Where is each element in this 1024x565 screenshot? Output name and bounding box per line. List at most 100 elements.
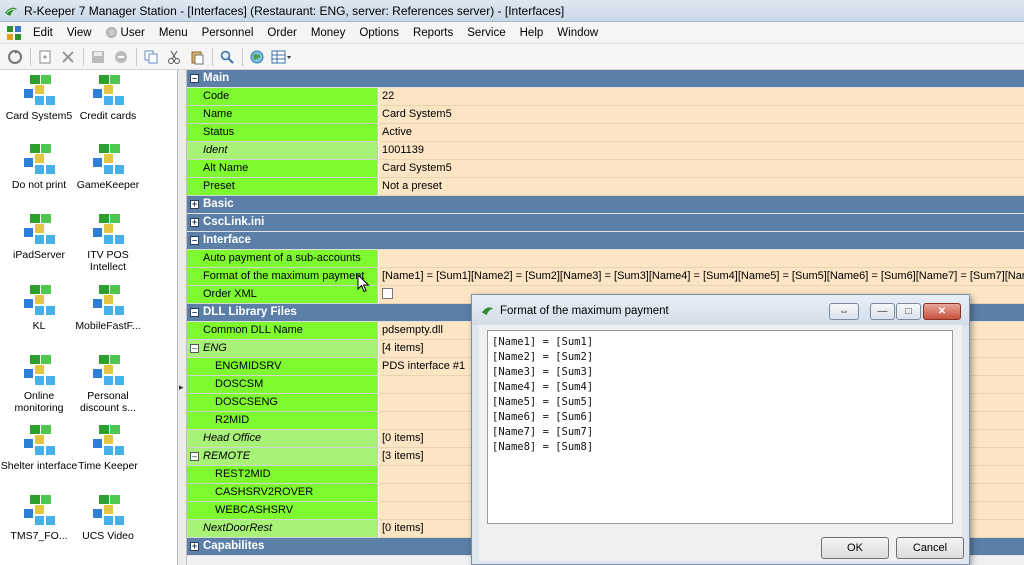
format-text-area[interactable]: [Name1] = [Sum1] [Name2] = [Sum2] [Name3… xyxy=(487,330,953,524)
menu-user[interactable]: User xyxy=(99,27,152,39)
list-item-personal-discount[interactable]: Personal discount s... xyxy=(69,354,147,414)
collapse-icon[interactable]: – xyxy=(190,236,199,245)
menu-money[interactable]: Money xyxy=(304,27,353,39)
property-name: REST2MID xyxy=(187,466,378,484)
view-grid-icon[interactable] xyxy=(269,46,295,68)
paste-icon[interactable] xyxy=(186,46,208,68)
toolbar-separator xyxy=(136,47,137,66)
property-name: Preset xyxy=(187,178,378,196)
menu-bar: Edit View User Menu Personnel Order Mone… xyxy=(0,22,1024,44)
property-value[interactable]: Active xyxy=(379,124,1024,142)
property-name: DOSCSENG xyxy=(187,394,378,412)
menu-personnel[interactable]: Personnel xyxy=(195,27,261,39)
list-item-tms7-fo[interactable]: TMS7_FO... xyxy=(0,494,78,542)
interface-icon xyxy=(91,424,125,458)
list-item-time-keeper[interactable]: Time Keeper xyxy=(69,424,147,472)
category-csclink[interactable]: + CscLink.ini xyxy=(187,214,1024,232)
property-row-preset[interactable]: Preset Not a preset xyxy=(187,178,1024,196)
property-value[interactable]: Card System5 xyxy=(379,106,1024,124)
list-item-do-not-print[interactable]: Do not print xyxy=(0,143,78,191)
list-item-mobilefastf[interactable]: MobileFastF... xyxy=(69,284,147,332)
close-button[interactable]: ✕ xyxy=(923,303,961,320)
menu-order[interactable]: Order xyxy=(260,27,303,39)
list-item-card-system5[interactable]: Card System5 xyxy=(0,74,78,122)
category-interface[interactable]: – Interface xyxy=(187,232,1024,250)
menu-options[interactable]: Options xyxy=(352,27,406,39)
menu-menu[interactable]: Menu xyxy=(152,27,195,39)
toolbar-separator xyxy=(30,47,31,66)
list-item-label: KL xyxy=(32,320,46,332)
property-row-format-max-payment[interactable]: Format of the maximum payment [Name1] = [… xyxy=(187,268,1024,286)
interface-icon xyxy=(91,284,125,318)
collapse-arrow-icon[interactable]: ▸ xyxy=(179,382,184,393)
app-icon xyxy=(5,7,17,16)
menu-edit[interactable]: Edit xyxy=(26,27,60,39)
property-name: ENGMIDSRV xyxy=(187,358,378,376)
property-name: DOSCSM xyxy=(187,376,378,394)
save-icon[interactable] xyxy=(87,46,109,68)
menu-reports[interactable]: Reports xyxy=(406,27,460,39)
menu-window[interactable]: Window xyxy=(550,27,605,39)
cut-icon[interactable] xyxy=(163,46,185,68)
list-item-shelter-interface[interactable]: Shelter interface xyxy=(0,424,78,472)
new-icon[interactable] xyxy=(34,46,56,68)
collapse-icon[interactable]: – xyxy=(190,452,199,461)
property-row-code[interactable]: Code 22 xyxy=(187,88,1024,106)
property-value[interactable]: [Name1] = [Sum1][Name2] = [Sum2][Name3] … xyxy=(379,268,1024,286)
property-value[interactable]: Card System5 xyxy=(379,160,1024,178)
copy-icon[interactable] xyxy=(140,46,162,68)
property-value: 1001139 xyxy=(379,142,1024,160)
refresh-icon[interactable] xyxy=(4,46,26,68)
property-name: Head Office xyxy=(187,430,378,448)
property-row-name[interactable]: Name Card System5 xyxy=(187,106,1024,124)
menu-view[interactable]: View xyxy=(60,27,99,39)
property-value[interactable]: 22 xyxy=(379,88,1024,106)
menu-service[interactable]: Service xyxy=(460,27,512,39)
list-item-label: TMS7_FO... xyxy=(10,530,68,542)
list-item-ipadserver[interactable]: iPadServer xyxy=(0,213,78,261)
expand-icon[interactable]: + xyxy=(190,218,199,227)
list-item-kl[interactable]: KL xyxy=(0,284,78,332)
list-item-ucs-video[interactable]: UCS Video xyxy=(69,494,147,542)
collapse-icon[interactable]: – xyxy=(190,308,199,317)
system-menu-icon[interactable] xyxy=(6,25,22,41)
order-xml-checkbox[interactable] xyxy=(382,287,393,299)
ok-button[interactable]: OK xyxy=(821,537,889,559)
list-item-online-monitoring[interactable]: Online monitoring xyxy=(0,354,78,414)
dialog-title-bar[interactable]: Format of the maximum payment ⇔ — □ ✕ xyxy=(472,295,969,325)
resize-icon[interactable]: ⇔ xyxy=(829,303,859,320)
property-value[interactable]: Not a preset xyxy=(379,178,1024,196)
list-item-gamekeeper[interactable]: GameKeeper xyxy=(69,143,147,191)
list-item-label: Credit cards xyxy=(79,110,137,122)
property-row-status[interactable]: Status Active xyxy=(187,124,1024,142)
list-item-credit-cards[interactable]: Credit cards xyxy=(69,74,147,122)
property-row-alt-name[interactable]: Alt Name Card System5 xyxy=(187,160,1024,178)
maximize-button[interactable]: □ xyxy=(896,303,921,320)
mouse-cursor-icon xyxy=(357,274,370,293)
expand-icon[interactable]: + xyxy=(190,542,199,551)
category-basic[interactable]: + Basic xyxy=(187,196,1024,214)
cancel-icon[interactable] xyxy=(110,46,132,68)
cancel-button[interactable]: Cancel xyxy=(896,537,964,559)
property-row-auto-payment[interactable]: Auto payment of a sub-accounts xyxy=(187,250,1024,268)
minimize-button[interactable]: — xyxy=(870,303,895,320)
property-row-ident[interactable]: Ident 1001139 xyxy=(187,142,1024,160)
find-icon[interactable] xyxy=(216,46,238,68)
property-value[interactable] xyxy=(379,250,1024,268)
delete-icon[interactable] xyxy=(57,46,79,68)
text-line: [Name2] = [Sum2] xyxy=(492,351,594,363)
property-name: NextDoorRest xyxy=(187,520,378,538)
globe-icon[interactable] xyxy=(246,46,268,68)
window-title: R-Keeper 7 Manager Station - [Interfaces… xyxy=(24,3,565,18)
text-line: [Name3] = [Sum3] xyxy=(492,366,594,378)
collapse-icon[interactable]: – xyxy=(190,344,199,353)
category-main[interactable]: – Main xyxy=(187,70,1024,88)
interface-icon xyxy=(22,494,56,528)
menu-help[interactable]: Help xyxy=(513,27,551,39)
collapse-icon[interactable]: – xyxy=(190,74,199,83)
expand-icon[interactable]: + xyxy=(190,200,199,209)
interface-icon xyxy=(91,213,125,247)
list-item-label: ITV POS Intellect xyxy=(87,249,129,273)
panel-splitter[interactable]: ▸ xyxy=(178,70,187,565)
list-item-itv-pos[interactable]: ITV POS Intellect xyxy=(69,213,147,273)
